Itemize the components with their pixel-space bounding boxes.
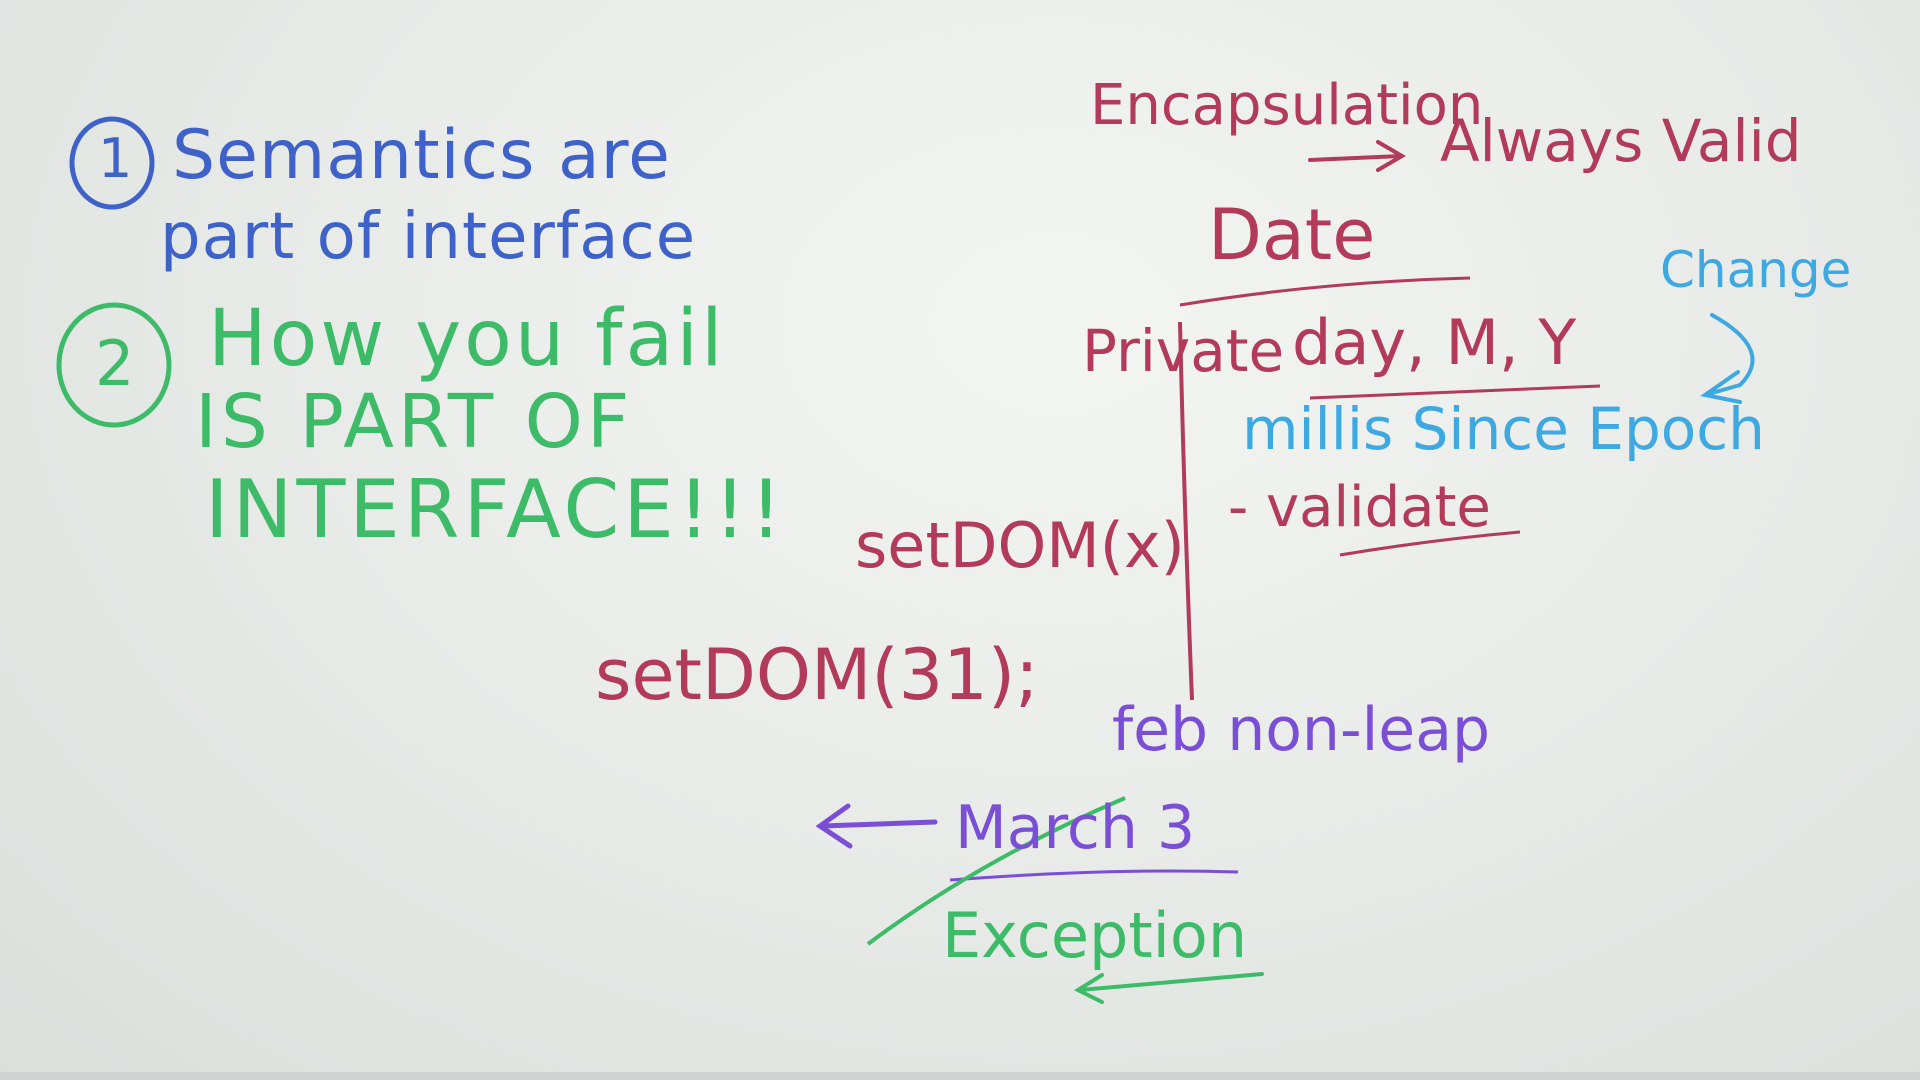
board-frame-edge <box>0 1072 1920 1080</box>
exception-underline-arrow <box>1073 972 1264 1004</box>
whiteboard: 1 Semantics are part of interface 2 How … <box>0 0 1920 1080</box>
set-dom-31-label: setDOM(31); <box>595 634 1039 716</box>
march-label: March 3 <box>955 793 1196 863</box>
change-curved-arrow <box>1700 313 1755 404</box>
left-arrow-march <box>815 803 938 849</box>
validate-label: - validate <box>1228 475 1491 540</box>
set-dom-x-label: setDOM(x) <box>855 509 1185 582</box>
private-label: Private <box>1082 317 1285 385</box>
point1-line1: Semantics are <box>172 116 671 195</box>
change-label: Change <box>1660 241 1852 299</box>
always-valid-label: Always Valid <box>1440 107 1802 175</box>
fields-label: day, M, Y <box>1292 306 1577 379</box>
right-arrow-always-valid <box>1308 140 1406 172</box>
exception-label: Exception <box>942 899 1248 972</box>
millis-since-epoch-label: millis Since Epoch <box>1242 395 1765 463</box>
point1-line2: part of interface <box>160 200 697 274</box>
date-class-label: Date <box>1208 194 1376 276</box>
point2-line3: INTERFACE!!! <box>205 463 787 556</box>
feb-non-leap-label: feb non-leap <box>1112 695 1491 765</box>
green-check-mark <box>758 732 768 740</box>
point2-line2: IS PART OF <box>195 379 634 465</box>
point2-line1: How you fail <box>208 294 726 384</box>
march-underline <box>949 869 1239 882</box>
date-underline <box>1179 276 1471 307</box>
point1-marker: 1 <box>98 127 133 190</box>
encapsulation-label: Encapsulation <box>1090 73 1484 138</box>
point2-marker: 2 <box>95 327 135 400</box>
